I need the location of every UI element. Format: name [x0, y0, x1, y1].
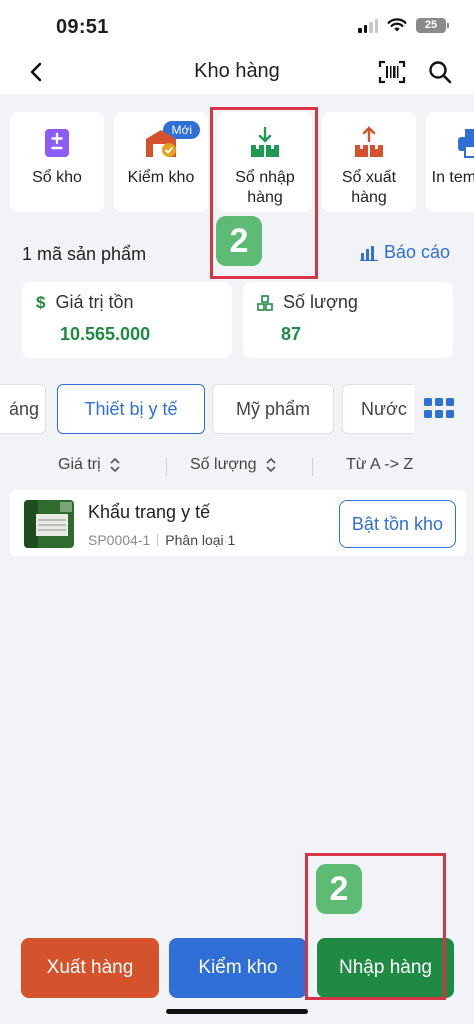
warehouse-check-icon [146, 130, 176, 157]
sort-alphabetical[interactable]: Từ A -> Z [346, 456, 413, 474]
home-indicator [166, 1009, 308, 1014]
shortcut-inventory-check[interactable]: Mới Kiểm kho [114, 112, 208, 212]
product-classification: Phân loại 1 [165, 532, 236, 548]
shortcut-label: In tem vạch [431, 169, 474, 186]
divider [312, 458, 313, 476]
category-chip-medical-devices[interactable]: Thiết bị y tế [57, 384, 205, 434]
sort-by-value[interactable]: Giá trị [58, 456, 121, 474]
shortcut-print-barcode[interactable]: In tem vạch [426, 112, 474, 212]
export-goods-button[interactable]: Xuất hàng [21, 938, 159, 998]
status-time: 09:51 [56, 16, 109, 38]
quantity-label: Số lượng [283, 292, 358, 312]
printer-icon [458, 129, 474, 158]
search-button[interactable] [424, 56, 456, 88]
quantity-value: 87 [281, 324, 302, 344]
step-badge: 2 [316, 864, 362, 914]
barcode-scan-button[interactable] [376, 56, 408, 88]
grid-icon [424, 398, 454, 418]
nav-bar: Kho hàng [0, 52, 474, 94]
category-grid-button[interactable] [414, 384, 464, 434]
product-count: 1 mã sản phẩm [22, 244, 147, 264]
enable-stock-button[interactable]: Bật tồn kho [338, 500, 456, 548]
category-chip-partial[interactable]: áng [0, 384, 46, 434]
barcode-scan-icon [378, 60, 406, 84]
search-icon [429, 61, 452, 84]
bar-chart-icon [359, 245, 378, 261]
sort-alpha-label: Từ A -> Z [346, 456, 414, 473]
category-tabs: áng Thiết bị y tế Mỹ phẩm Nước [0, 384, 474, 434]
divider [157, 534, 159, 546]
sort-bar: Giá trị Số lượng Từ A -> Z [0, 448, 474, 486]
status-bar: 09:51 25 [0, 0, 474, 52]
shortcut-label: Sổ xuất hàng [341, 169, 397, 206]
report-link[interactable]: Báo cáo [359, 242, 450, 263]
boxes-icon [257, 294, 273, 311]
sort-by-quantity[interactable]: Số lượng [190, 456, 277, 474]
sort-value-label: Giá trị [58, 456, 101, 473]
product-sku: SP0004-1 [88, 532, 151, 548]
signal-icon [358, 18, 378, 33]
status-icons: 25 [358, 18, 449, 33]
stock-value-card: $ Giá trị tồn 10.565.000 [22, 282, 232, 358]
sort-quantity-label: Số lượng [190, 456, 257, 473]
quantity-card: Số lượng 87 [243, 282, 453, 358]
category-chip-cosmetics[interactable]: Mỹ phẩm [212, 384, 334, 434]
export-goods-icon [355, 126, 383, 157]
product-name: Khẩu trang y tế [88, 502, 211, 522]
battery-indicator: 25 [416, 18, 449, 33]
ledger-icon [45, 129, 69, 157]
product-row[interactable]: Khẩu trang y tế SP0004-1 Phân loại 1 Bật… [10, 490, 466, 556]
shortcut-label: Sổ kho [32, 169, 82, 186]
product-thumbnail [24, 500, 74, 548]
shortcut-export-ledger[interactable]: Sổ xuất hàng [322, 112, 416, 212]
step-badge: 2 [216, 216, 262, 266]
sort-icon [110, 457, 120, 473]
shortcut-label: Kiểm kho [127, 169, 195, 186]
stock-value-label: Giá trị tồn [55, 292, 134, 312]
report-label: Báo cáo [383, 242, 450, 262]
product-meta: SP0004-1 Phân loại 1 [88, 532, 235, 548]
divider [166, 458, 167, 476]
stock-value: 10.565.000 [60, 324, 151, 344]
wifi-icon [387, 18, 407, 32]
dollar-icon: $ [36, 292, 46, 312]
sort-icon [266, 457, 276, 473]
shortcut-stock-ledger[interactable]: Sổ kho [10, 112, 104, 212]
inventory-check-button[interactable]: Kiểm kho [169, 938, 307, 998]
